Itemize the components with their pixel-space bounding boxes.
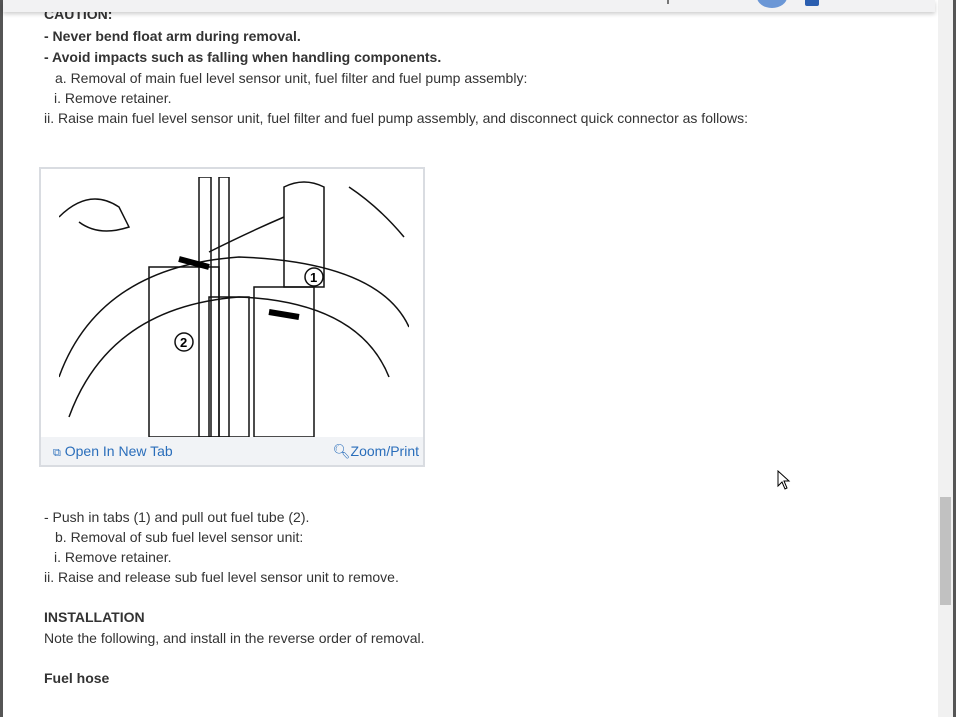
callout-1: 1 — [310, 270, 317, 285]
user-avatar[interactable] — [757, 0, 787, 8]
diagram-figure: 1 2 ⧉ Open In New Tab 🔍︎Zoom/Print — [39, 167, 425, 467]
step-text: i. Remove retainer. — [54, 549, 172, 565]
zoom-icon: 🔍︎ — [332, 443, 351, 459]
caution-item: - Avoid impacts such as falling when han… — [44, 49, 442, 65]
mouse-cursor-icon — [777, 470, 791, 490]
zoom-print-label: Zoom/Print — [350, 443, 419, 459]
toolbar — [3, 0, 935, 12]
toolbar-mark — [667, 0, 669, 4]
zoom-print-link[interactable]: 🔍︎Zoom/Print — [333, 443, 419, 460]
window-edge — [0, 0, 3, 717]
caution-item: - Never bend float arm during removal. — [44, 28, 301, 44]
step-text: ii. Raise and release sub fuel level sen… — [44, 569, 399, 585]
open-new-tab-label: Open In New Tab — [64, 443, 173, 459]
step-text: b. Removal of sub fuel level sensor unit… — [55, 529, 304, 545]
step-text: a. Removal of main fuel level sensor uni… — [55, 70, 528, 86]
vertical-scrollbar[interactable] — [938, 0, 953, 717]
fuel-hose-heading: Fuel hose — [44, 670, 110, 686]
scrollbar-thumb[interactable] — [940, 497, 951, 605]
step-text: ii. Raise main fuel level sensor unit, f… — [44, 110, 748, 126]
figure-toolbar: ⧉ Open In New Tab 🔍︎Zoom/Print — [41, 437, 423, 465]
new-tab-icon: ⧉ — [53, 447, 61, 459]
callout-2: 2 — [180, 335, 187, 350]
step-text: - Push in tabs (1) and pull out fuel tub… — [44, 509, 310, 525]
step-text: i. Remove retainer. — [54, 90, 172, 106]
document-icon[interactable] — [805, 0, 819, 6]
open-new-tab-link[interactable]: ⧉ Open In New Tab — [53, 443, 173, 460]
installation-note: Note the following, and install in the r… — [44, 630, 425, 646]
fuel-pump-illustration: 1 2 — [59, 177, 409, 437]
installation-heading: INSTALLATION — [44, 609, 145, 625]
